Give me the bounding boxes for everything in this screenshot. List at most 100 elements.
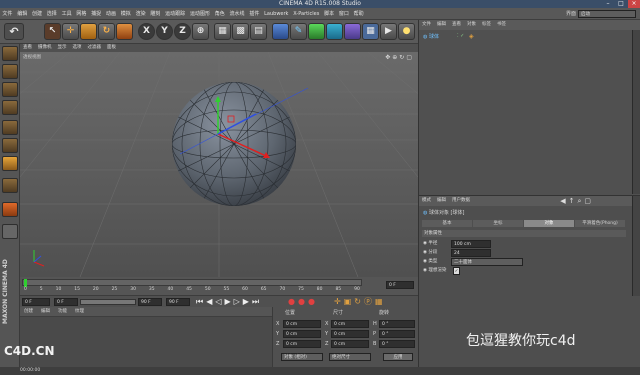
model-mode-icon[interactable] bbox=[2, 64, 18, 79]
render-perfect-checkbox[interactable]: ✓ bbox=[453, 267, 460, 275]
tab-coordinates[interactable]: 坐标 bbox=[473, 220, 523, 227]
points-mode-icon[interactable] bbox=[2, 120, 18, 135]
segments-field[interactable]: 24 bbox=[451, 249, 491, 257]
cube-icon[interactable] bbox=[272, 23, 289, 40]
manager-side-tabs[interactable] bbox=[632, 30, 640, 194]
floor-icon[interactable]: ▦ bbox=[362, 23, 379, 40]
close-button[interactable]: × bbox=[628, 0, 640, 8]
polygons-mode-icon[interactable] bbox=[2, 156, 18, 171]
deformer-icon[interactable] bbox=[344, 23, 361, 40]
current-frame-field[interactable]: 0 F bbox=[386, 281, 414, 289]
material-manager-area[interactable] bbox=[20, 317, 272, 367]
attrmenu-mode[interactable]: 模式 bbox=[419, 196, 434, 206]
rotation-b-field[interactable]: 0 ° bbox=[379, 340, 415, 348]
edges-mode-icon[interactable] bbox=[2, 138, 18, 153]
viewport-menu-view[interactable]: 查看 bbox=[20, 44, 35, 52]
make-editable-icon[interactable] bbox=[2, 46, 18, 61]
menu-snap[interactable]: 捕捉 bbox=[89, 8, 104, 20]
end-frame-field[interactable]: 90 F bbox=[166, 298, 190, 306]
visibility-dots-icon[interactable]: ⁚ ✓ bbox=[457, 33, 464, 39]
menu-xparticles[interactable]: X-Particles bbox=[291, 8, 322, 20]
menu-help[interactable]: 帮助 bbox=[351, 8, 366, 20]
workplane-grid-icon[interactable] bbox=[2, 224, 18, 239]
apply-button[interactable]: 应用 bbox=[383, 353, 413, 361]
timeline-track[interactable] bbox=[22, 279, 362, 286]
undo-button[interactable]: ↶ bbox=[4, 23, 24, 40]
menu-character[interactable]: 角色 bbox=[212, 8, 227, 20]
tab-object[interactable]: 对象 bbox=[524, 220, 574, 227]
rotation-h-field[interactable]: 0 ° bbox=[379, 320, 415, 328]
size-y-field[interactable]: 0 cm bbox=[331, 330, 369, 338]
viewport-menu-camera[interactable]: 摄像机 bbox=[35, 44, 55, 52]
menu-plugins[interactable]: 插件 bbox=[247, 8, 262, 20]
frame-range-slider[interactable] bbox=[80, 299, 136, 305]
menu-mograph[interactable]: 运动图形 bbox=[188, 8, 213, 20]
min-frame-field[interactable]: 0 F bbox=[54, 298, 78, 306]
menu-create[interactable]: 创建 bbox=[30, 8, 45, 20]
recent-tool-icon[interactable] bbox=[116, 23, 133, 40]
objmenu-tags[interactable]: 标签 bbox=[479, 20, 494, 30]
attrmenu-userdata[interactable]: 用户数据 bbox=[449, 196, 473, 206]
menu-animate[interactable]: 动画 bbox=[104, 8, 119, 20]
maximize-button[interactable]: □ bbox=[615, 0, 627, 8]
menu-select[interactable]: 选择 bbox=[44, 8, 59, 20]
start-frame-field[interactable]: 0 F bbox=[22, 298, 50, 306]
rotate-tool-icon[interactable]: ↻ bbox=[98, 23, 115, 40]
viewport-menu-display[interactable]: 显示 bbox=[55, 44, 70, 52]
menu-laubwerk[interactable]: Laubwerk bbox=[262, 8, 291, 20]
menu-render[interactable]: 渲染 bbox=[133, 8, 148, 20]
camera-icon[interactable]: ▶ bbox=[380, 23, 397, 40]
scale-tool-icon[interactable] bbox=[80, 23, 97, 40]
attribute-side-tabs[interactable] bbox=[632, 196, 640, 296]
light-icon[interactable]: ● bbox=[398, 23, 415, 40]
x-axis-lock-button[interactable]: X bbox=[138, 23, 155, 40]
menu-edit[interactable]: 编辑 bbox=[15, 8, 30, 20]
viewport-menu-panel[interactable]: 面板 bbox=[104, 44, 119, 52]
max-frame-field[interactable]: 90 F bbox=[138, 298, 162, 306]
viewport-menu-options[interactable]: 选项 bbox=[70, 44, 85, 52]
size-mode-select[interactable]: 绝对尺寸 bbox=[329, 353, 371, 361]
material-menu-function[interactable]: 功能 bbox=[54, 307, 71, 317]
radius-field[interactable]: 100 cm bbox=[451, 240, 491, 248]
type-select[interactable]: 二十面体 bbox=[451, 258, 523, 266]
material-menu-create[interactable]: 创建 bbox=[20, 307, 37, 317]
render-picture-viewer-icon[interactable]: ▩ bbox=[232, 23, 249, 40]
size-x-field[interactable]: 0 cm bbox=[331, 320, 369, 328]
menu-window[interactable]: 窗口 bbox=[336, 8, 351, 20]
position-x-field[interactable]: 0 cm bbox=[283, 320, 321, 328]
attribute-nav-icons[interactable]: ◀↑⌕▢ bbox=[560, 197, 594, 205]
workplane-icon[interactable] bbox=[2, 100, 18, 115]
z-axis-lock-button[interactable]: Z bbox=[174, 23, 191, 40]
snap-icon[interactable] bbox=[2, 202, 18, 217]
y-axis-lock-button[interactable]: Y bbox=[156, 23, 173, 40]
menu-pipeline[interactable]: 流水线 bbox=[227, 8, 247, 20]
record-keys-icon[interactable]: ●●● bbox=[288, 297, 318, 307]
position-y-field[interactable]: 0 cm bbox=[283, 330, 321, 338]
render-settings-icon[interactable]: ▤ bbox=[250, 23, 267, 40]
menu-mesh[interactable]: 网格 bbox=[74, 8, 89, 20]
minimize-button[interactable]: – bbox=[602, 0, 614, 8]
menu-file[interactable]: 文件 bbox=[0, 8, 15, 20]
size-z-field[interactable]: 0 cm bbox=[331, 340, 369, 348]
timeline[interactable]: 0 5 10 15 20 25 30 35 40 45 50 55 60 65 70 75 80 85 90 0 F bbox=[20, 277, 418, 295]
objmenu-view[interactable]: 查看 bbox=[449, 20, 464, 30]
objmenu-bookmarks[interactable]: 书签 bbox=[494, 20, 509, 30]
objmenu-edit[interactable]: 编辑 bbox=[434, 20, 449, 30]
subdivision-icon[interactable] bbox=[308, 23, 325, 40]
viewport-nav-icons[interactable]: ✥⊕↻▢ bbox=[385, 54, 414, 61]
coord-mode-select[interactable]: 对象 (相对) bbox=[281, 353, 323, 361]
select-tool-icon[interactable]: ↖ bbox=[44, 23, 61, 40]
pen-spline-icon[interactable]: ✎ bbox=[290, 23, 307, 40]
array-icon[interactable] bbox=[326, 23, 343, 40]
perspective-viewport[interactable]: 透视视图 ✥⊕↻▢ bbox=[20, 52, 418, 277]
objmenu-file[interactable]: 文件 bbox=[419, 20, 434, 30]
layout-select[interactable]: 启动 bbox=[578, 10, 636, 18]
menu-simulate[interactable]: 模拟 bbox=[118, 8, 133, 20]
move-tool-icon[interactable]: ✛ bbox=[62, 23, 79, 40]
key-mode-icons[interactable]: ✛▣↻ⓟ▦ bbox=[334, 297, 386, 307]
coordinate-system-icon[interactable]: ⊕ bbox=[192, 23, 209, 40]
menu-sculpt[interactable]: 雕刻 bbox=[148, 8, 163, 20]
menu-motion-tracker[interactable]: 运动跟踪 bbox=[163, 8, 188, 20]
render-view-icon[interactable]: ▦ bbox=[214, 23, 231, 40]
phong-tag-icon[interactable]: ◈ bbox=[469, 33, 474, 40]
